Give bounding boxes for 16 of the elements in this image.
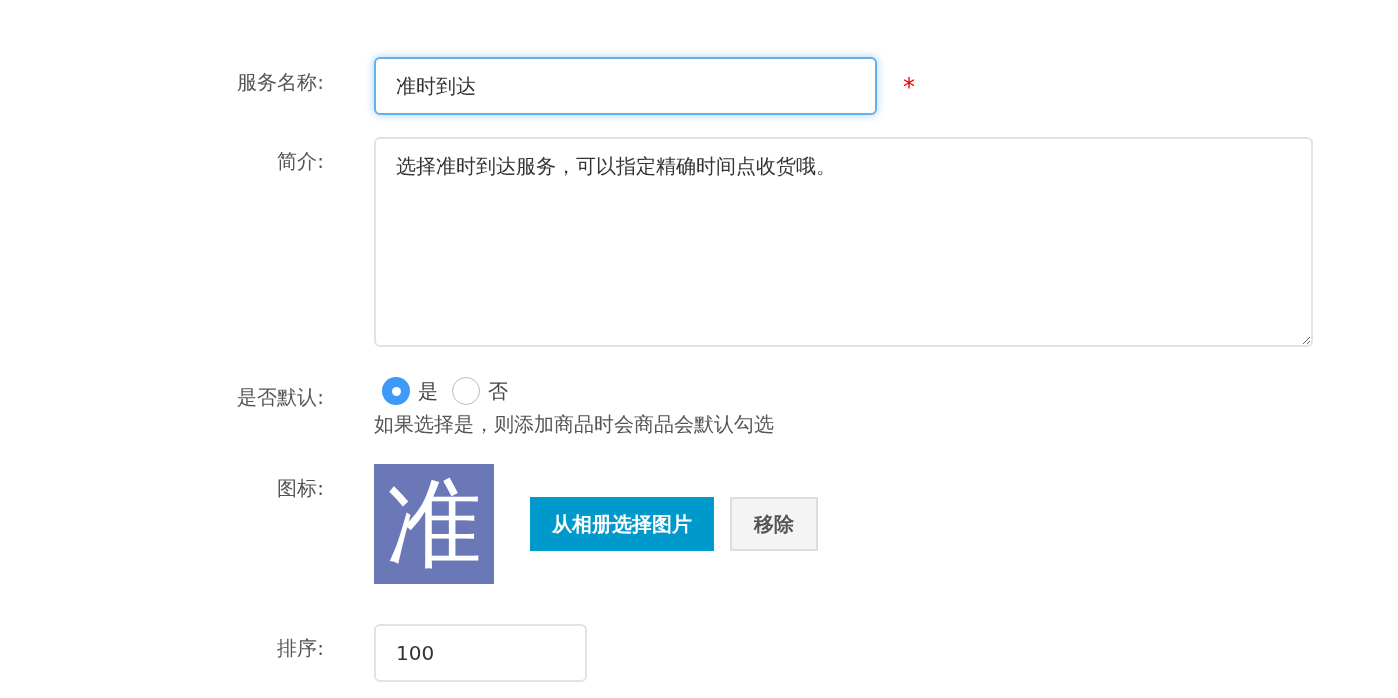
radio-button[interactable] (452, 377, 480, 405)
remove-button[interactable]: 移除 (730, 497, 818, 551)
radio-label[interactable]: 是 (418, 377, 438, 405)
radio-label[interactable]: 否 (488, 377, 508, 405)
radio-button[interactable] (382, 377, 410, 405)
required-mark: * (903, 73, 915, 101)
field-label: 图标: (276, 476, 325, 500)
hint-text: 如果选择是，则添加商品时会商品会默认勾选 (374, 411, 774, 438)
input-field[interactable]: 100 (374, 624, 587, 682)
field-label: 服务名称: (236, 70, 325, 94)
input-field[interactable]: 准时到达 (374, 57, 877, 115)
textarea-field[interactable]: 选择准时到达服务，可以指定精确时间点收货哦。 (374, 137, 1313, 347)
icon-preview-text: 准 (386, 476, 482, 572)
field-label: 排序: (276, 636, 325, 660)
field-label: 简介: (276, 149, 325, 173)
field-label: 是否默认: (236, 385, 325, 409)
